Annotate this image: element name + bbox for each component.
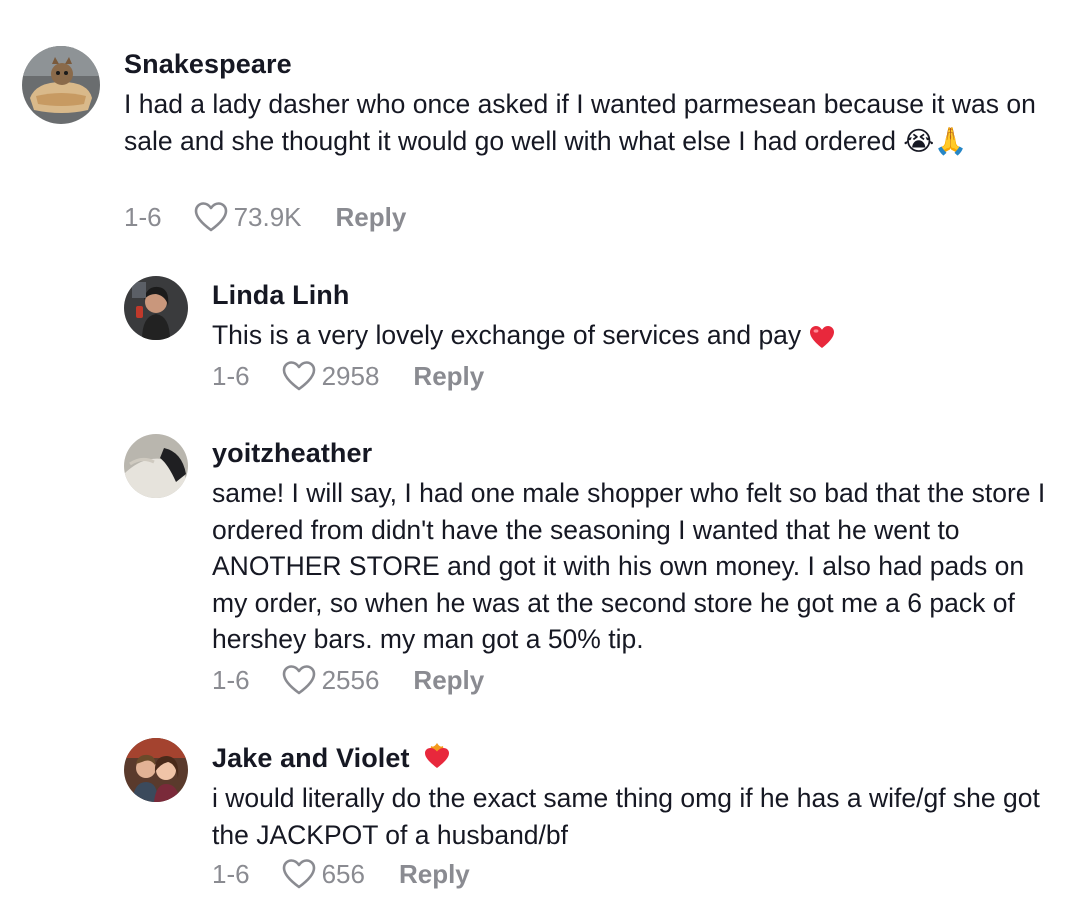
avatar[interactable] (124, 434, 188, 498)
comment-username[interactable]: Snakespeare (124, 49, 292, 80)
comment-date: 1-6 (212, 360, 250, 391)
avatar-image (124, 434, 188, 498)
heart-outline-icon (282, 665, 315, 695)
comment-meta: 1-6 2958 Reply (212, 358, 484, 394)
reply-button[interactable]: Reply (413, 665, 484, 696)
comment-text-body: This is a very lovely exchange of servic… (212, 320, 802, 350)
avatar-image (22, 46, 100, 124)
avatar-image (124, 738, 188, 802)
avatar-image (124, 276, 188, 340)
like-count: 2958 (321, 360, 380, 391)
reply-button[interactable]: Reply (336, 202, 407, 233)
comment-text: This is a very lovely exchange of servic… (212, 317, 1052, 354)
comment-reply: Jake and Violet i would literally do the… (0, 710, 1066, 910)
comment-username[interactable]: Jake and Violet (212, 742, 451, 774)
like-count: 73.9K (233, 201, 302, 232)
reply-button[interactable]: Reply (399, 859, 470, 890)
comment-reply: yoitzheather same! I will say, I had one… (0, 410, 1066, 710)
comment-meta: 1-6 73.9K Reply (124, 199, 406, 235)
comment-text: i would literally do the exact same thin… (212, 783, 1048, 850)
heart-outline-icon (282, 361, 315, 391)
heart-on-fire-emoji-icon (425, 743, 450, 768)
heart-outline-icon (194, 202, 227, 232)
like-count: 656 (321, 858, 365, 889)
comment-username[interactable]: Linda Linh (212, 280, 349, 311)
heart-outline-icon (282, 859, 315, 889)
comment-text: I had a lady dasher who once asked if I … (124, 89, 1044, 156)
comment-username[interactable]: yoitzheather (212, 438, 372, 469)
red-heart-emoji-icon (809, 326, 834, 348)
avatar[interactable] (124, 738, 188, 802)
comment-date: 1-6 (212, 664, 250, 695)
comment-meta: 1-6 656 Reply (212, 856, 470, 892)
avatar[interactable] (124, 276, 188, 340)
like-button[interactable]: 2556 (282, 664, 414, 696)
comment: Snakespeare I had a lady dasher who once… (0, 0, 1066, 250)
like-count: 2556 (321, 664, 380, 695)
like-button[interactable]: 73.9K (194, 201, 336, 233)
comment-text: same! I will say, I had one male shopper… (212, 478, 1053, 655)
comment-date: 1-6 (124, 201, 162, 232)
avatar[interactable] (22, 46, 100, 124)
comment-date: 1-6 (212, 858, 250, 889)
comment-reply: Linda Linh This is a very lovely exchang… (0, 250, 1066, 410)
like-button[interactable]: 656 (282, 858, 399, 890)
comment-meta: 1-6 2556 Reply (212, 662, 484, 698)
like-button[interactable]: 2958 (282, 360, 414, 392)
reply-button[interactable]: Reply (413, 361, 484, 392)
comment-username-text: Jake and Violet (212, 743, 410, 773)
